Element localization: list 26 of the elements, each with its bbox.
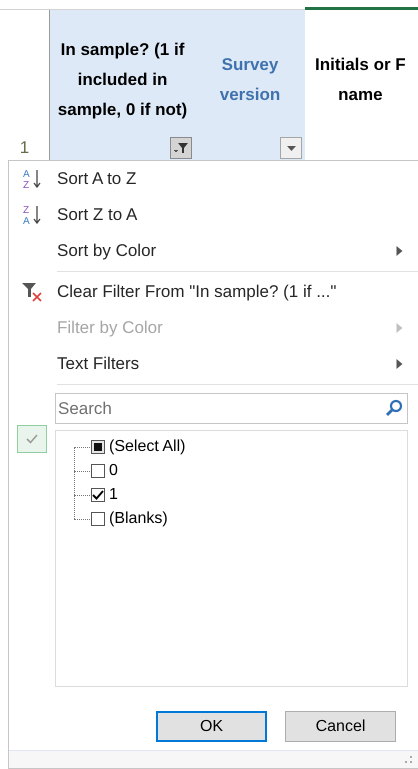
- column-header: Initials or F name: [315, 54, 406, 106]
- filter-icon: [174, 142, 188, 154]
- caret-icon: [286, 146, 296, 150]
- checkbox[interactable]: [91, 464, 105, 478]
- dialog-button[interactable]: OK: [156, 711, 267, 742]
- resize-grip-icon[interactable]: [405, 756, 413, 764]
- column-header: Survey version: [218, 54, 282, 106]
- value-label: 1: [109, 486, 118, 504]
- search-icon: [384, 398, 404, 418]
- column-header: In sample? (1 if included in sample, 0 if not): [56, 39, 188, 121]
- menu-item[interactable]: Sort by Color: [57, 241, 395, 261]
- dropdown-button[interactable]: [280, 137, 302, 159]
- dialog-button[interactable]: Cancel: [285, 711, 396, 742]
- checkbox[interactable]: [91, 488, 105, 502]
- value-label: (Blanks): [109, 510, 168, 528]
- menu-item[interactable]: Sort A to Z: [57, 169, 418, 189]
- menu-item[interactable]: Sort Z to A: [57, 205, 418, 225]
- check-icon: [26, 434, 38, 444]
- menu-item[interactable]: Clear Filter From "In sample? (1 if ...": [57, 282, 418, 302]
- search-field[interactable]: Search: [55, 393, 408, 424]
- value-label: 0: [109, 462, 118, 480]
- menu-item[interactable]: Text Filters: [57, 354, 395, 374]
- value-label: (Select All): [109, 438, 186, 456]
- filter-button[interactable]: [170, 137, 192, 159]
- checkbox[interactable]: [91, 440, 105, 454]
- checkbox[interactable]: [91, 512, 105, 526]
